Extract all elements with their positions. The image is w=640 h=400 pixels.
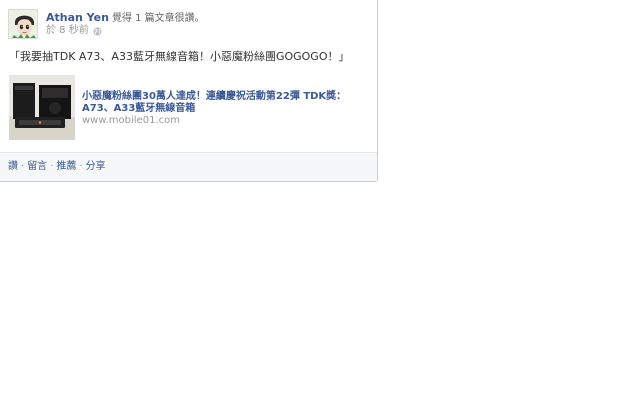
author-avatar[interactable] <box>8 9 38 39</box>
link-title[interactable]: 小惡魔粉絲團30萬人達成！連續慶祝活動第22彈 TDK獎：A73、A33藍牙無線… <box>82 91 370 115</box>
share-link[interactable]: 分享 <box>86 161 106 173</box>
story-verb-text: 覺得 1 篇文章很讚。 <box>111 13 205 24</box>
avatar-image <box>9 10 37 38</box>
author-name-link[interactable]: Athan Yen <box>46 11 109 24</box>
link-thumbnail[interactable] <box>9 75 75 140</box>
timestamp-link[interactable]: 於 8 秒前 <box>46 25 89 37</box>
globe-icon[interactable] <box>93 27 102 36</box>
action-bar: 讚 · 留言 · 推薦 · 分享 <box>0 153 377 181</box>
action-separator: · <box>21 161 25 172</box>
feed-story: Athan Yen 覺得 1 篇文章很讚。 於 8 秒前 「我要抽TDK A73、… <box>0 0 378 182</box>
action-separator: · <box>50 161 54 172</box>
story-message: 「我要抽TDK A73、A33藍牙無線音箱！小惡魔粉絲團GOGOGO！」 <box>9 50 350 63</box>
comment-link[interactable]: 留言 <box>27 161 47 173</box>
story-meta: 於 8 秒前 <box>46 25 102 37</box>
recommend-link[interactable]: 推薦 <box>56 161 76 173</box>
link-domain: www.mobile01.com <box>82 115 180 126</box>
speaker-product-image <box>9 75 75 140</box>
like-link[interactable]: 讚 <box>8 161 18 173</box>
story-header: Athan Yen 覺得 1 篇文章很讚。 <box>46 11 366 26</box>
action-separator: · <box>79 161 83 172</box>
